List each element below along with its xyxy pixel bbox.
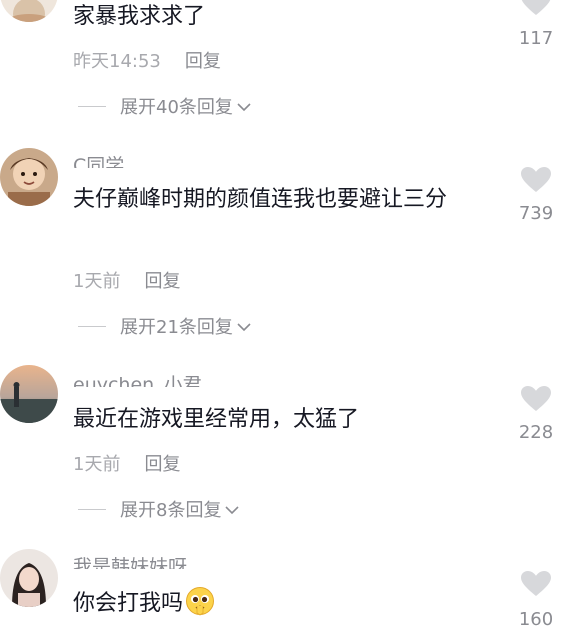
expand-replies-label: 展开21条回复 xyxy=(120,317,233,338)
like-count: 228 xyxy=(518,422,554,443)
like-count: 160 xyxy=(518,609,554,630)
comment-time: 昨天14:53 xyxy=(73,51,161,72)
like-count: 117 xyxy=(518,28,554,49)
heart-icon[interactable] xyxy=(521,0,551,16)
like-group: 117 xyxy=(515,0,557,49)
comment-meta: 1天前 回复 xyxy=(73,450,180,476)
heart-icon[interactable] xyxy=(521,386,551,412)
avatar[interactable] xyxy=(0,148,58,206)
expand-replies-button[interactable]: 展开8条回复 xyxy=(78,496,240,522)
expand-replies-label: 展开40条回复 xyxy=(120,97,233,118)
reply-button[interactable]: 回复 xyxy=(144,454,180,475)
comment-text: 家暴我求求了 xyxy=(73,4,206,29)
comment-meta: 昨天14:53 回复 xyxy=(73,47,221,73)
pleading-face-icon xyxy=(185,586,215,627)
comment-text: 夫仔巅峰时期的颜值连我也要避让三分 xyxy=(73,187,448,212)
divider xyxy=(78,508,106,510)
like-count: 739 xyxy=(518,203,554,224)
comment-text-content: 你会打我吗 xyxy=(73,591,184,616)
chevron-down-icon xyxy=(237,316,251,337)
expand-replies-button[interactable]: 展开21条回复 xyxy=(78,313,251,339)
divider xyxy=(78,105,106,107)
reply-button[interactable]: 回复 xyxy=(185,51,221,72)
username[interactable]: C同学 xyxy=(73,154,124,174)
heart-icon[interactable] xyxy=(521,167,551,193)
comment-text: 最近在游戏里经常用，太猛了 xyxy=(73,407,360,432)
avatar[interactable] xyxy=(0,365,58,423)
comment-text: 你会打我吗 xyxy=(73,586,483,627)
expand-replies-label: 展开8条回复 xyxy=(120,500,222,521)
chevron-down-icon xyxy=(237,96,251,117)
avatar[interactable] xyxy=(0,549,58,607)
like-group: 739 xyxy=(515,167,557,224)
expand-replies-button[interactable]: 展开40条回复 xyxy=(78,93,251,119)
username[interactable]: euychen_小君 xyxy=(73,373,202,393)
like-group: 160 xyxy=(515,571,557,630)
username[interactable]: 我是韩妹妹呀 xyxy=(73,555,187,575)
comment-meta: 1天前 回复 xyxy=(73,267,180,293)
divider xyxy=(78,325,106,327)
avatar[interactable] xyxy=(0,0,58,22)
like-group: 228 xyxy=(515,386,557,443)
comment-time: 1天前 xyxy=(73,271,121,292)
chevron-down-icon xyxy=(225,499,240,520)
reply-button[interactable]: 回复 xyxy=(144,271,180,292)
comment-time: 1天前 xyxy=(73,454,121,475)
heart-icon[interactable] xyxy=(521,571,551,597)
